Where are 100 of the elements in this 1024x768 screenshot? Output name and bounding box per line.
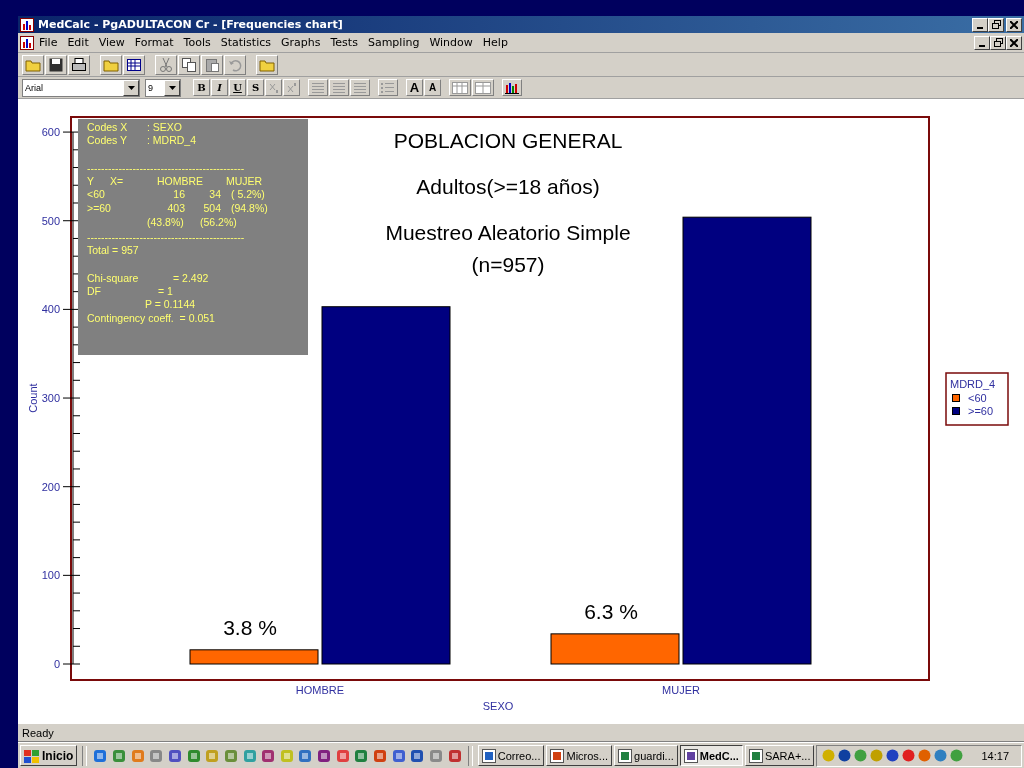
paste-icon: [204, 56, 220, 73]
tray-icon[interactable]: [885, 748, 901, 763]
copy-icon-button[interactable]: [178, 54, 200, 75]
minimize-button[interactable]: [972, 17, 988, 32]
legend-label: >=60: [968, 405, 994, 417]
align-button[interactable]: [350, 79, 370, 96]
subscript-icon: [268, 82, 279, 93]
superscript-button[interactable]: [283, 79, 300, 96]
close-button[interactable]: [1006, 35, 1022, 50]
menu-item[interactable]: Window: [424, 36, 478, 49]
tray-icon[interactable]: [933, 748, 949, 763]
menu-item[interactable]: Edit: [62, 36, 94, 49]
font-dropdown[interactable]: Arial: [22, 78, 140, 97]
font-size-button[interactable]: A: [424, 79, 441, 96]
superscript-icon: [286, 82, 297, 93]
format-button[interactable]: B: [193, 79, 210, 96]
x-tick-label: HOMBRE: [295, 684, 345, 696]
menu-item[interactable]: Tools: [178, 36, 216, 49]
align-button[interactable]: [329, 79, 349, 96]
minimize-icon: [979, 44, 985, 47]
format-button[interactable]: S: [247, 79, 264, 96]
copy-icon: [181, 56, 197, 73]
format-button[interactable]: U: [229, 79, 246, 96]
font-size-button[interactable]: A: [406, 79, 423, 96]
grid-icon: [126, 56, 142, 73]
align-icon: [353, 81, 367, 94]
font-size-dropdown[interactable]: 9: [145, 78, 181, 97]
bar-value-label: 3.8 %: [223, 615, 277, 639]
y-tick-label: 400: [41, 303, 60, 316]
menu-item[interactable]: Graphs: [276, 36, 326, 49]
print-icon-button[interactable]: [68, 54, 90, 75]
minimize-icon: [977, 26, 983, 29]
save-icon-button[interactable]: [45, 54, 67, 75]
app-icon: [683, 748, 698, 763]
statistics-text: = 2.492: [173, 272, 209, 284]
grid-icon: [452, 81, 468, 94]
close-icon: [1010, 20, 1018, 29]
subscript-button[interactable]: [265, 79, 282, 96]
statistics-text: ---------------------------------------------: [87, 162, 245, 174]
bar-value-label: 6.3 %: [584, 599, 638, 623]
folder-icon-button[interactable]: [22, 54, 44, 75]
undo-icon-button[interactable]: [224, 54, 246, 75]
format-button[interactable]: I: [211, 79, 228, 96]
statistics-text: Y: [87, 175, 94, 187]
statistics-text: Contingency coeff. = 0.051: [87, 312, 215, 324]
restore-button[interactable]: [990, 35, 1006, 50]
paste-icon-button[interactable]: [201, 54, 223, 75]
table-button[interactable]: [449, 79, 471, 96]
statistics-text: ( 5.2%): [231, 188, 265, 200]
start-button[interactable]: Inicio: [20, 745, 78, 766]
y-tick-label: 500: [41, 214, 60, 227]
chart-subtitle: Adultos(>=18 años): [416, 175, 600, 198]
statistics-text: HOMBRE: [157, 175, 204, 187]
y-tick-label: 200: [41, 480, 60, 493]
menu-item[interactable]: File: [34, 36, 63, 49]
folder-icon-button[interactable]: [256, 54, 278, 75]
tray-icon[interactable]: [901, 748, 917, 763]
chart-title: POBLACION GENERAL: [393, 129, 623, 152]
restore-button[interactable]: [988, 17, 1004, 32]
menu-item[interactable]: Help: [477, 36, 513, 49]
taskbar-button[interactable]: MedC...: [679, 745, 743, 766]
statistics-text: >=60: [87, 202, 111, 214]
menu-item[interactable]: Format: [129, 36, 179, 49]
minimize-button[interactable]: [974, 35, 990, 50]
taskbar-button[interactable]: Correo...: [477, 745, 545, 766]
grid-icon-button[interactable]: [123, 54, 145, 75]
chart-icon: [20, 17, 34, 32]
menu-item[interactable]: Tests: [325, 36, 363, 49]
app-icon: [618, 748, 633, 763]
close-button[interactable]: [1006, 17, 1022, 32]
align-icon: [332, 81, 346, 94]
statistics-text: (56.2%): [200, 216, 237, 228]
chart-subtitle: (n=957): [471, 253, 545, 276]
menu-item[interactable]: View: [93, 36, 130, 49]
statistics-text: Chi-square: [87, 272, 139, 284]
menu-item[interactable]: Statistics: [215, 36, 276, 49]
list-button[interactable]: [378, 79, 398, 96]
align-icon: [311, 81, 325, 94]
taskbar-button[interactable]: Micros...: [546, 745, 613, 766]
statistics-text: 34: [209, 188, 221, 200]
y-tick-label: 0: [53, 658, 60, 670]
y-axis-label: Count: [27, 383, 39, 413]
cut-icon-button[interactable]: [155, 54, 177, 75]
statistics-text: (43.8%): [147, 216, 184, 228]
statistics-text: (94.8%): [231, 202, 268, 214]
grid-icon: [475, 81, 491, 94]
statistics-text: 16: [173, 188, 185, 200]
windows-logo-icon: [24, 748, 40, 763]
table-button[interactable]: [472, 79, 494, 96]
taskbar-button[interactable]: SARA+...: [744, 745, 815, 766]
x-axis-label: SEXO: [482, 700, 514, 712]
menu-item[interactable]: Sampling: [362, 36, 425, 49]
taskbar-button[interactable]: guardi...: [614, 745, 678, 766]
align-button[interactable]: [308, 79, 328, 96]
app-icon: [748, 748, 763, 763]
folder-icon-button[interactable]: [100, 54, 122, 75]
tray-icon[interactable]: [837, 748, 853, 763]
statistics-text: MUJER: [226, 175, 263, 187]
chart-button[interactable]: [502, 79, 522, 96]
y-tick-label: 600: [41, 126, 60, 139]
